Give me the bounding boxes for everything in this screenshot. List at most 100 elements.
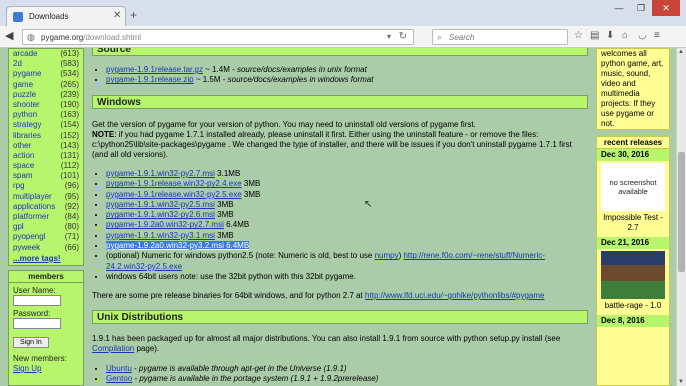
tag-link[interactable]: multiplayer: [13, 192, 52, 202]
intro-line: music, sound,: [601, 69, 651, 78]
tag-link[interactable]: 2d: [13, 59, 22, 69]
windows-intro: Get the version of pygame for your versi…: [92, 120, 476, 129]
menu-icon[interactable]: ≡: [654, 30, 664, 41]
release-date: Dec 8, 2016: [597, 315, 669, 327]
search-input[interactable]: [449, 32, 559, 43]
distro-desc: - pygame is available in the portage sys…: [132, 374, 379, 384]
list-item: pygame-1.9.1release.win32-py2.4.exe 3MB: [106, 179, 576, 189]
home-icon[interactable]: ⌂: [622, 30, 632, 41]
release-title[interactable]: battle-rage - 1.0: [597, 301, 669, 311]
no-screenshot-placeholder[interactable]: no screenshot available: [601, 163, 665, 211]
download-link[interactable]: pygame-1.9.1.win32-py3.1.msi: [106, 231, 215, 240]
download-link[interactable]: pygame-1.9.1release.win32-py2.4.exe: [106, 179, 242, 188]
tag-link[interactable]: gpl: [13, 222, 24, 232]
tag-item: libraries (152): [9, 131, 83, 141]
tag-count: (190): [60, 99, 79, 109]
tag-link[interactable]: game: [13, 80, 33, 90]
list-item: pygame-1.9.1.win32-py2.5.msi 3MB: [106, 200, 576, 210]
reload-icon[interactable]: ↻: [399, 31, 407, 42]
tag-list: arcade (613) 2d (583) pygame (534) game (265…: [8, 48, 84, 266]
tag-link[interactable]: rpg: [13, 181, 25, 191]
tag-count: (112): [60, 161, 79, 171]
tag-link[interactable]: puzzle: [13, 90, 36, 100]
tab-close-icon[interactable]: ✕: [113, 10, 121, 21]
tag-link[interactable]: platformer: [13, 212, 49, 222]
tag-count: (143): [60, 140, 79, 150]
tag-item: strategy (154): [9, 120, 83, 130]
list-item: pygame-1.9.1.win32-py2.7.msi 3.1MB: [106, 169, 576, 179]
search-icon: ⌕: [437, 32, 443, 42]
tag-count: (131): [60, 150, 79, 160]
password-field[interactable]: [13, 318, 61, 329]
close-window-button[interactable]: ✕: [652, 0, 680, 16]
favicon-icon: [13, 12, 23, 22]
scroll-up-icon[interactable]: ▲: [678, 49, 684, 55]
tag-link[interactable]: pyopengl: [13, 232, 45, 242]
tag-link[interactable]: applications: [13, 202, 55, 212]
release-title[interactable]: Impossible Test - 2.7: [597, 213, 669, 233]
tag-link[interactable]: shooter: [13, 100, 40, 110]
tag-item: 2d (583): [9, 59, 83, 69]
tag-item: shooter (190): [9, 100, 83, 110]
search-box[interactable]: ⌕: [432, 29, 568, 45]
tag-item: pygame (534): [9, 69, 83, 79]
intro-line: projects. If they: [601, 99, 656, 108]
prerelease-link[interactable]: http://www.lfd.uci.edu/~gohlke/pythonlib…: [365, 291, 544, 300]
thumb-middle: [601, 265, 665, 281]
scroll-thumb[interactable]: [678, 152, 685, 272]
pocket-icon[interactable]: ◡: [638, 30, 648, 41]
minimize-button[interactable]: —: [608, 0, 630, 16]
tag-link[interactable]: other: [13, 141, 31, 151]
username-field[interactable]: [13, 295, 61, 306]
download-icon[interactable]: ⬇: [606, 30, 616, 41]
download-link[interactable]: pygame-1.9.1release.zip: [106, 75, 194, 84]
tag-link[interactable]: python: [13, 110, 37, 120]
star-icon[interactable]: ☆: [574, 30, 584, 41]
tag-link[interactable]: strategy: [13, 120, 41, 130]
intro-line: welcomes all: [601, 49, 647, 58]
tag-item: applications (92): [9, 202, 83, 212]
scroll-down-icon[interactable]: ▼: [678, 379, 684, 385]
windows-downloads: pygame-1.9.1.win32-py2.7.msi 3.1MB pygam…: [106, 169, 576, 282]
tag-link[interactable]: action: [13, 151, 34, 161]
tag-link[interactable]: spam: [13, 171, 33, 181]
page-scrollbar[interactable]: ▲ ▼: [676, 48, 686, 386]
download-link[interactable]: pygame-1.9.1.win32-py2.7.msi: [106, 169, 215, 178]
tag-link[interactable]: space: [13, 161, 34, 171]
file-size: 3.1MB: [214, 169, 241, 178]
tag-link[interactable]: pyweek: [13, 243, 40, 253]
section-header-windows: Windows: [92, 95, 588, 109]
clipboard-icon[interactable]: ▤: [590, 30, 600, 41]
address-bar[interactable]: ◍ pygame.org/download.shtml ▾ ↻: [22, 29, 414, 45]
download-link[interactable]: pygame-1.9.1release.win32-py2.5.exe: [106, 190, 242, 199]
tab-downloads[interactable]: Downloads ✕: [6, 6, 126, 26]
download-link[interactable]: pygame-1.9.1.win32-py2.6.msi: [106, 210, 215, 219]
compilation-link[interactable]: Compilation: [92, 344, 134, 353]
sign-in-button[interactable]: Sign In: [13, 337, 49, 348]
tag-item: other (143): [9, 141, 83, 151]
tag-count: (84): [64, 212, 79, 221]
download-link-selected[interactable]: pygame-1.9.2a0.win32-py3.2.msi 6.4MB: [106, 241, 250, 251]
tag-link[interactable]: pygame: [13, 69, 41, 79]
dropdown-icon[interactable]: ▾: [387, 32, 391, 41]
section-header-unix: Unix Distributions: [92, 310, 588, 324]
numpy-link[interactable]: numpy: [375, 251, 399, 260]
maximize-button[interactable]: ❐: [630, 0, 652, 16]
more-tags-link[interactable]: ...more tags!: [13, 254, 61, 263]
download-link[interactable]: pygame-1.9.1.win32-py2.5.msi: [106, 200, 215, 209]
list-item: pygame-1.9.1release.tar.gz ~ 1.4M - sour…: [106, 65, 373, 75]
new-tab-button[interactable]: +: [130, 8, 137, 22]
back-icon[interactable]: ◀: [5, 29, 13, 42]
tag-link[interactable]: arcade: [13, 49, 37, 59]
tag-item: python (163): [9, 110, 83, 120]
download-link[interactable]: pygame-1.9.1release.tar.gz: [106, 65, 203, 74]
distro-link[interactable]: Ubuntu: [106, 364, 132, 373]
sign-up-link[interactable]: Sign Up: [13, 364, 41, 373]
download-link[interactable]: pygame-1.9.2a0.win32-py2.7.msi: [106, 220, 224, 229]
url-text[interactable]: pygame.org/download.shtml: [41, 33, 141, 42]
more-tags: ...more tags!: [9, 253, 83, 265]
tag-item: puzzle (239): [9, 90, 83, 100]
game-screenshot[interactable]: [601, 251, 665, 299]
tag-link[interactable]: libraries: [13, 131, 41, 141]
distro-link[interactable]: Gentoo: [106, 374, 132, 383]
